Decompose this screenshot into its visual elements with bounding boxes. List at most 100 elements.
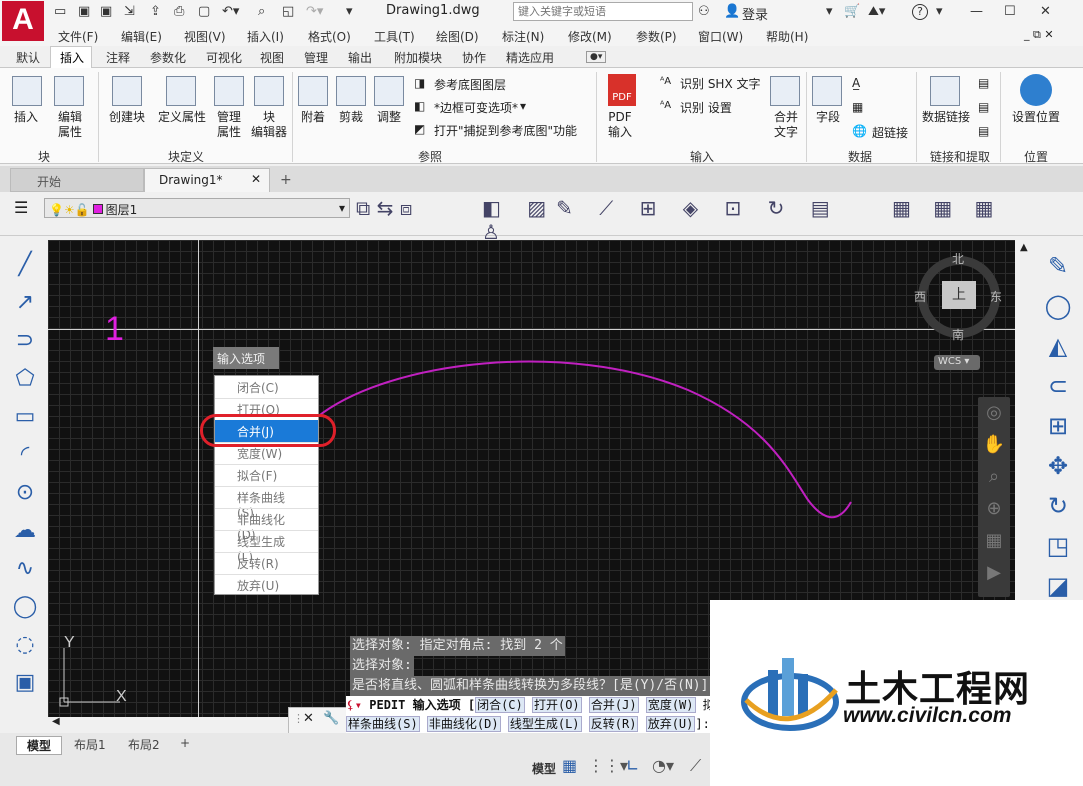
layout-tab-2[interactable]: 布局2 — [128, 736, 160, 753]
open-icon[interactable]: ▭ — [54, 4, 66, 19]
tab-drawing1[interactable]: Drawing1* ✕ — [144, 168, 270, 192]
doc-window-controls[interactable]: _ ⧉ ✕ — [1024, 28, 1054, 42]
ribbon-toggle-icon[interactable]: ●▾ — [586, 51, 607, 63]
properties-tools-icons[interactable]: ▦ ▦ ▦ — [892, 196, 1012, 228]
nav-tools-icons[interactable]: ◎ ✋ ⌕ ⊕ ▦ ▶ — [978, 397, 1010, 589]
wcs-menu[interactable]: WCS ▾ — [934, 355, 980, 370]
adjust-button[interactable]: 调整 — [372, 110, 406, 125]
close-button[interactable]: ✕ — [1040, 4, 1051, 19]
command-kw-ltype[interactable]: 线型生成(L) — [507, 716, 582, 732]
set-location-button[interactable]: 设置位置 — [1006, 110, 1066, 125]
ribbon-tab-visualize[interactable]: 可视化 — [206, 49, 242, 66]
command-kw-undo[interactable]: 放弃(U) — [645, 716, 696, 732]
layer-properties-icon[interactable]: ☰ — [14, 198, 28, 217]
help-icon[interactable]: ? — [912, 4, 928, 20]
download-icon[interactable]: ▤ — [978, 76, 989, 90]
save-as-icon[interactable]: ▣ — [100, 4, 112, 19]
cloud-icon[interactable]: ⇪ — [150, 4, 161, 19]
menu-insert[interactable]: 插入(I) — [247, 28, 284, 45]
save-icon[interactable]: ▣ — [78, 4, 90, 19]
table-icon[interactable]: ▦ — [852, 100, 863, 114]
print-icon[interactable]: ⎙ — [174, 4, 184, 19]
undo-icon[interactable]: ↶▾ — [222, 4, 239, 19]
compass-west[interactable]: 西 — [914, 288, 926, 305]
ribbon-tab-view[interactable]: 视图 — [260, 49, 284, 66]
compass-east[interactable]: 东 — [990, 288, 1002, 305]
modify-tools-column-icons[interactable]: ✎ ◯ ◭ ⊂ ⊞ ✥ ↻ ◳ ◪ — [1038, 246, 1078, 606]
menu-modify[interactable]: 修改(M) — [568, 28, 612, 45]
ribbon-tab-parametric[interactable]: 参数化 — [150, 49, 186, 66]
ribbon-tab-manage[interactable]: 管理 — [304, 49, 328, 66]
option-undo[interactable]: 放弃(U) — [215, 574, 318, 596]
snap-icon[interactable]: ⋮⋮▾ — [588, 756, 628, 775]
ribbon-tab-annotate[interactable]: 注释 — [106, 49, 130, 66]
attach-button[interactable]: 附着 — [296, 110, 330, 125]
match-icon[interactable]: ◱ — [282, 4, 294, 19]
frame-variable-dropdown[interactable]: *边框可变选项* — [434, 99, 518, 116]
model-space-button[interactable]: 模型 — [532, 760, 556, 777]
group-reference[interactable]: 参照 — [418, 148, 442, 165]
group-block-definition[interactable]: 块定义 — [168, 148, 204, 165]
compass-north[interactable]: 北 — [952, 250, 964, 267]
data-extract-icon[interactable]: A̲ — [852, 76, 860, 90]
new-layout-button[interactable]: + — [180, 736, 190, 750]
layout-tab-model[interactable]: 模型 — [16, 736, 63, 755]
option-spline[interactable]: 样条曲线(S) — [215, 486, 318, 520]
group-block[interactable]: 块 — [38, 148, 50, 165]
menu-tools[interactable]: 工具(T) — [374, 28, 415, 45]
menu-parametric[interactable]: 参数(P) — [636, 28, 677, 45]
binoculars-icon[interactable]: ⚇ — [698, 4, 710, 19]
close-command-icon[interactable]: ✕ — [303, 711, 314, 726]
recognize-shx-button[interactable]: 识别 SHX 文字 — [680, 75, 761, 92]
app-logo-button[interactable]: A — [2, 1, 44, 41]
layout-tab-1[interactable]: 布局1 — [74, 736, 106, 753]
menu-draw[interactable]: 绘图(D) — [436, 28, 479, 45]
hyperlink-button[interactable]: 超链接 — [872, 124, 908, 141]
command-kw-width[interactable]: 宽度(W) — [645, 697, 696, 713]
define-attribute-button[interactable]: 定义属性 — [156, 110, 208, 125]
underlay-layers-button[interactable]: 参考底图图层 — [434, 76, 506, 93]
insert-block-button[interactable]: 插入 — [6, 110, 46, 125]
customize-icon[interactable]: 🔧 — [323, 711, 339, 726]
a360-icon[interactable]: ⛰▾ — [868, 4, 885, 19]
tab-start[interactable]: 开始 — [10, 168, 144, 192]
option-fit[interactable]: 拟合(F) — [215, 464, 318, 486]
viewcube-top[interactable]: 上 — [942, 281, 976, 309]
pdf-import-button[interactable]: PDF 输入 — [602, 110, 638, 140]
zoom-icon[interactable]: ⌕ — [258, 4, 265, 19]
menu-dimension[interactable]: 标注(N) — [502, 28, 544, 45]
new-tab-button[interactable]: + — [280, 172, 292, 188]
login-dropdown-icon[interactable]: ▾ — [826, 4, 833, 19]
layer-tools-icons[interactable]: ⧉ ⇆ ⧈ — [356, 196, 476, 228]
menu-view[interactable]: 视图(V) — [184, 28, 226, 45]
command-kw-join[interactable]: 合并(J) — [588, 697, 639, 713]
option-reverse[interactable]: 反转(R) — [215, 552, 318, 574]
manage-attribute-button[interactable]: 管理 属性 — [210, 110, 248, 140]
extract-icon[interactable]: ▤ — [978, 124, 989, 138]
combine-text-button[interactable]: 合并 文字 — [766, 110, 806, 140]
close-tab-icon[interactable]: ✕ — [251, 172, 261, 186]
block-editor-button[interactable]: 块 编辑器 — [248, 110, 290, 140]
snap-underlay-button[interactable]: 打开"捕捉到参考底图"功能 — [434, 122, 577, 139]
ribbon-tab-default[interactable]: 默认 — [16, 49, 40, 66]
ribbon-tab-addons[interactable]: 附加模块 — [394, 49, 442, 66]
field-button[interactable]: 字段 — [808, 110, 848, 125]
user-icon[interactable]: 👤 — [724, 4, 740, 19]
recognize-settings-button[interactable]: 识别 设置 — [680, 99, 732, 116]
ribbon-tab-insert[interactable]: 插入 — [60, 49, 84, 66]
command-kw-spline[interactable]: 样条曲线(S) — [346, 716, 420, 732]
ribbon-tab-featured[interactable]: 精选应用 — [506, 49, 554, 66]
workspace-dropdown-icon[interactable]: ▾ — [346, 4, 353, 19]
search-input[interactable] — [513, 2, 693, 21]
modify-tools-icons[interactable]: ◧ ▨✎ ⟋ ⊞ ◈ ⊡ ↻ ▤ ♙ — [482, 196, 882, 244]
menu-file[interactable]: 文件(F) — [58, 28, 98, 45]
navigation-bar[interactable]: ◎ ✋ ⌕ ⊕ ▦ ▶ — [978, 397, 1010, 597]
upload-icon[interactable]: ▤ — [978, 100, 989, 114]
ribbon-tab-output[interactable]: 输出 — [348, 49, 372, 66]
ribbon-tab-collaborate[interactable]: 协作 — [462, 49, 486, 66]
ortho-icon[interactable]: ∟ — [626, 756, 639, 775]
plot-icon[interactable]: ▢ — [198, 4, 210, 19]
web-icon[interactable]: ⇲ — [124, 4, 135, 19]
minimize-button[interactable]: — — [970, 4, 983, 19]
menu-format[interactable]: 格式(O) — [308, 28, 351, 45]
